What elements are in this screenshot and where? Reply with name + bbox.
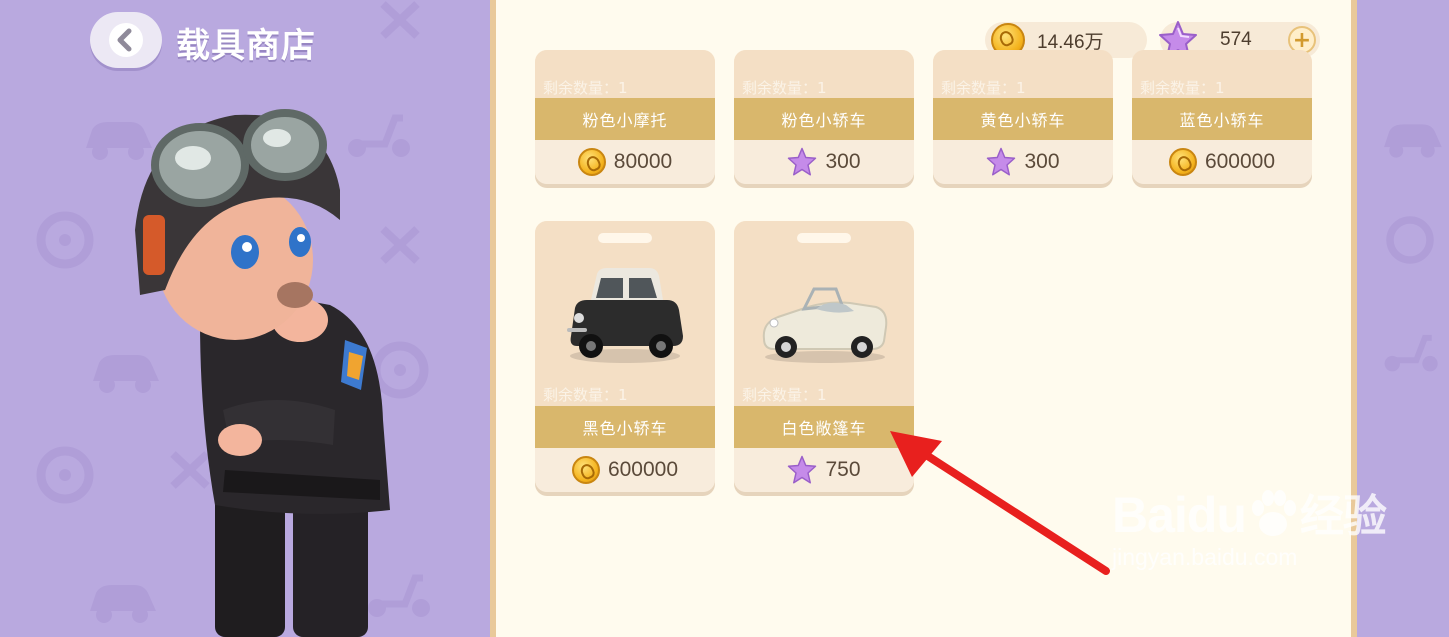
vehicle-name: 粉色小轿车 (734, 98, 914, 140)
star-icon (987, 147, 1016, 176)
vehicle-card[interactable]: 剩余数量：1 粉色小轿车 300 (734, 50, 914, 184)
paw-logo-icon (1251, 490, 1296, 536)
vehicle-name: 粉色小摩托 (535, 98, 715, 140)
price-bar: 80000 (535, 140, 715, 184)
stock-count: 剩余数量：1 (742, 79, 827, 97)
vehicle-name: 黄色小轿车 (933, 98, 1113, 140)
watermark-cn: 经验 (1299, 492, 1387, 541)
vehicle-card[interactable]: 剩余数量：1 粉色小摩托 80000 (535, 50, 715, 184)
page-title: 载具商店 (176, 26, 316, 66)
coin-icon (1168, 148, 1197, 176)
price-value: 80000 (613, 150, 673, 173)
watermark-url: jingyan.baidu.com (1112, 544, 1298, 570)
watermark-brand: Baidu (1112, 487, 1247, 543)
vehicle-card[interactable]: 剩余数量：1 黑色小轿车 600000 (535, 221, 715, 492)
stock-count: 剩余数量：1 (543, 386, 628, 404)
price-value: 300 (825, 150, 861, 173)
coin-icon (577, 148, 606, 176)
stock-count: 剩余数量：1 (742, 386, 827, 404)
steering-wheel-pattern-icon (36, 446, 94, 504)
chevron-left-icon (109, 23, 143, 57)
character-preview-area: 载具商店 (0, 0, 490, 637)
price-bar: 600000 (535, 448, 715, 492)
star-balance-value: 574 (1220, 29, 1252, 50)
stock-count: 剩余数量：1 (1140, 79, 1225, 97)
vehicle-card[interactable]: 剩余数量：1 蓝色小轿车 600000 (1132, 50, 1312, 184)
white-convertible-image (762, 287, 888, 363)
vehicle-card[interactable]: 剩余数量：1 黄色小轿车 300 (933, 50, 1113, 184)
price-value: 300 (1024, 150, 1060, 173)
price-value: 600000 (607, 458, 679, 481)
player-avatar (135, 109, 390, 637)
price-bar: 300 (933, 140, 1113, 184)
baidu-watermark: Baidu 经验 jingyan.baidu.com (1112, 480, 1387, 571)
steering-wheel-pattern-icon (1386, 216, 1434, 264)
coin-icon (571, 456, 600, 484)
stock-count: 剩余数量：1 (941, 79, 1026, 97)
steering-wheel-pattern-icon (36, 211, 94, 269)
scooter-pattern-icon (1384, 334, 1438, 372)
red-arrow-annotation (890, 431, 1110, 575)
price-value: 750 (825, 458, 861, 481)
price-bar: 600000 (1132, 140, 1312, 184)
price-value: 600000 (1204, 150, 1276, 173)
card-hanger (797, 233, 851, 243)
car-pattern-icon (1384, 124, 1442, 158)
vehicle-name: 黑色小轿车 (535, 406, 715, 448)
star-icon (788, 147, 817, 176)
price-bar: 300 (734, 140, 914, 184)
black-car-image (567, 268, 683, 363)
star-icon (788, 455, 817, 484)
crossed-tools-pattern-icon (380, 1, 420, 39)
stock-count: 剩余数量：1 (543, 79, 628, 97)
card-hanger (598, 233, 652, 243)
back-button[interactable] (90, 12, 162, 68)
vehicle-name: 蓝色小轿车 (1132, 98, 1312, 140)
